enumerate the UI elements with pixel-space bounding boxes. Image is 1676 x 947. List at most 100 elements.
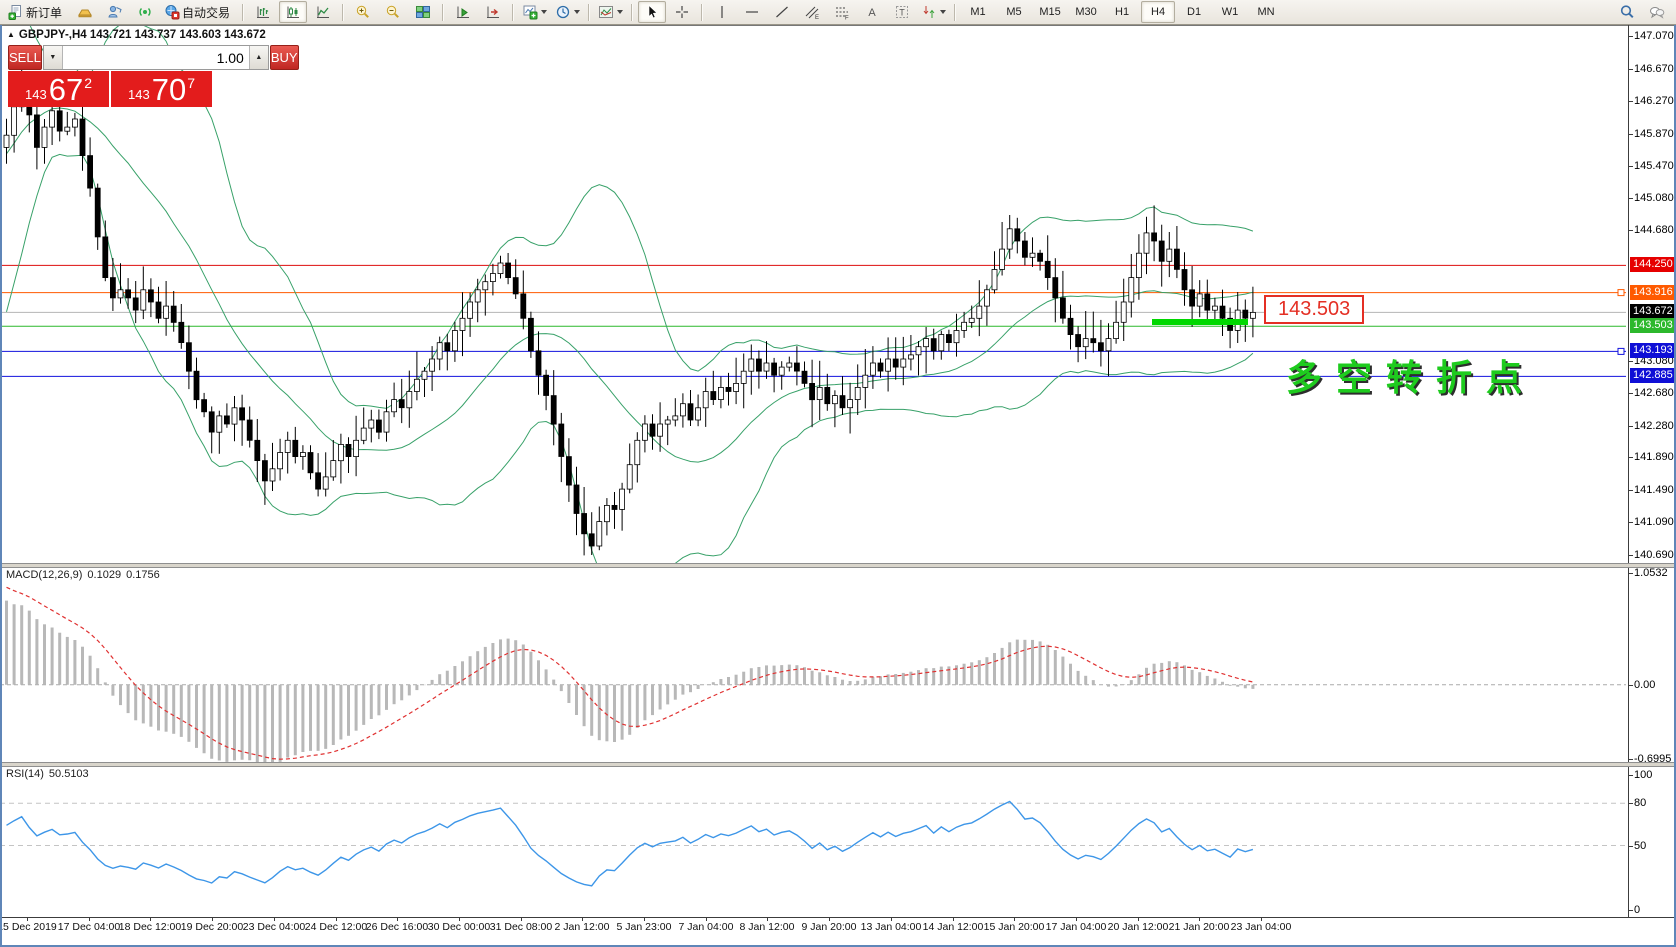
zoomout-icon (385, 4, 401, 20)
volume-stepper: ▼ ▲ (43, 45, 269, 70)
date-tick-mark (336, 917, 337, 921)
sell-button[interactable]: SELL (8, 45, 42, 70)
timeframe-h4-button[interactable]: H4 (1141, 1, 1175, 23)
textT-icon: T (894, 4, 910, 20)
price-tick-label: 146.270 (1634, 94, 1676, 108)
chart-shift-button[interactable] (479, 1, 507, 23)
indicators-list-button[interactable] (595, 1, 626, 23)
price-tag-143.503[interactable]: 143.503 (1630, 318, 1676, 333)
zoom-out-button[interactable] (379, 1, 407, 23)
candlestick-chart-button[interactable] (279, 1, 307, 23)
price-tick-label: 141.890 (1634, 450, 1676, 464)
mt4-window: 新订单自动交易EFATM1M5M15M30H1H4D1W1MN ▲GBPJPY-… (0, 0, 1676, 947)
sell-price-sup: 2 (84, 75, 92, 91)
price-tag-143.672[interactable]: 143.672 (1630, 304, 1676, 319)
tile-windows-button[interactable] (409, 1, 437, 23)
timeframe-m30-button[interactable]: M30 (1069, 1, 1103, 23)
equidistant-channel-button[interactable]: E (798, 1, 826, 23)
price-tag-142.885[interactable]: 142.885 (1630, 368, 1676, 383)
autotrading-button[interactable]: 自动交易 (161, 1, 237, 23)
arrows-button[interactable] (918, 1, 949, 23)
price-tag-143.916[interactable]: 143.916 (1630, 285, 1676, 300)
price-tag-143.193[interactable]: 143.193 (1630, 343, 1676, 358)
highlight-segment[interactable] (1152, 319, 1248, 325)
zoomin-icon (355, 4, 371, 20)
text-button[interactable]: A (858, 1, 886, 23)
collapse-arrow-icon[interactable]: ▲ (7, 30, 15, 39)
rsi-axis-label: 50 (1634, 839, 1676, 853)
rsi-pane[interactable] (0, 765, 1676, 917)
gold-icon (77, 4, 93, 20)
rsi-label: RSI(14)50.5103 (6, 768, 94, 780)
zoom-in-button[interactable] (349, 1, 377, 23)
sell-price[interactable]: 143672 (8, 71, 109, 107)
date-tick-mark (274, 917, 275, 921)
date-tick-mark (212, 917, 213, 921)
cursor-button[interactable] (638, 1, 666, 23)
periodicity-button[interactable] (552, 1, 583, 23)
chat-button[interactable] (1643, 1, 1671, 23)
chevron-down-icon (574, 10, 580, 14)
tline-icon (774, 4, 790, 20)
turning-point-annotation[interactable]: 多空转折点 (1286, 349, 1536, 401)
date-tick-mark (829, 917, 830, 921)
timeframe-mn-button[interactable]: MN (1249, 1, 1283, 23)
vertical-line-button[interactable] (708, 1, 736, 23)
date-tick-mark (397, 917, 398, 921)
new-chart-button[interactable] (519, 1, 550, 23)
timeframe-m1-button[interactable]: M1 (961, 1, 995, 23)
trendline-button[interactable] (768, 1, 796, 23)
rsi-axis-label: 100 (1634, 768, 1676, 782)
new-order-button[interactable]: 新订单 (5, 1, 69, 23)
volume-decrease-button[interactable]: ▼ (44, 46, 63, 69)
date-tick-mark (150, 917, 151, 921)
clock-icon (555, 4, 571, 20)
indlist-icon (598, 4, 614, 20)
price-callout-label[interactable]: 143.503 (1264, 295, 1364, 324)
tiles-icon (415, 4, 431, 20)
price-tick-label: 142.280 (1634, 419, 1676, 433)
buy-price[interactable]: 143707 (111, 71, 212, 107)
timeframe-h1-button[interactable]: H1 (1105, 1, 1139, 23)
horizontal-line-button[interactable] (738, 1, 766, 23)
timeframe-m15-button[interactable]: M15 (1033, 1, 1067, 23)
pane-separator-rsi[interactable] (0, 762, 1676, 767)
rsi-axis-label: 80 (1634, 796, 1676, 810)
autoscroll-icon (455, 4, 471, 20)
macd-pane[interactable] (0, 566, 1676, 762)
volume-increase-button[interactable]: ▲ (249, 46, 268, 69)
sell-price-main: 67 (49, 75, 83, 105)
price-tick-label: 141.490 (1634, 483, 1676, 497)
search-button[interactable] (1613, 1, 1641, 23)
toolbar: 新订单 自动交易 EFAT M1M5M15M30H1H4D1W1MN (0, 0, 1676, 25)
toolbar-separator (442, 4, 444, 21)
auto-scroll-button[interactable] (449, 1, 477, 23)
buy-price-main: 70 (152, 75, 186, 105)
main-chart-pane[interactable] (0, 25, 1676, 563)
timeframe-d1-button[interactable]: D1 (1177, 1, 1211, 23)
new-order-button-label: 新订单 (26, 4, 62, 21)
bar-chart-button[interactable] (249, 1, 277, 23)
date-tick-mark (521, 917, 522, 921)
account-button[interactable] (101, 1, 129, 23)
crosshair-button[interactable] (668, 1, 696, 23)
candle-icon (285, 4, 301, 20)
fibo-icon: F (834, 4, 850, 20)
buy-button[interactable]: BUY (270, 45, 299, 70)
price-tick-label: 146.670 (1634, 62, 1676, 76)
timeframe-m5-button[interactable]: M5 (997, 1, 1031, 23)
price-tag-144.250[interactable]: 144.250 (1630, 257, 1676, 272)
timeframe-w1-button[interactable]: W1 (1213, 1, 1247, 23)
volume-input[interactable] (63, 46, 249, 69)
gold-badge-button[interactable] (71, 1, 99, 23)
pane-separator-macd[interactable] (0, 563, 1676, 568)
text-label-button[interactable]: T (888, 1, 916, 23)
signals-button[interactable] (131, 1, 159, 23)
date-tick-mark (1261, 917, 1262, 921)
chevron-down-icon (940, 10, 946, 14)
cursor-icon (644, 4, 660, 20)
line-chart-button[interactable] (309, 1, 337, 23)
macd-axis-label: 1.0532 (1634, 566, 1676, 580)
search-icon (1619, 4, 1635, 20)
fibonacci-button[interactable]: F (828, 1, 856, 23)
